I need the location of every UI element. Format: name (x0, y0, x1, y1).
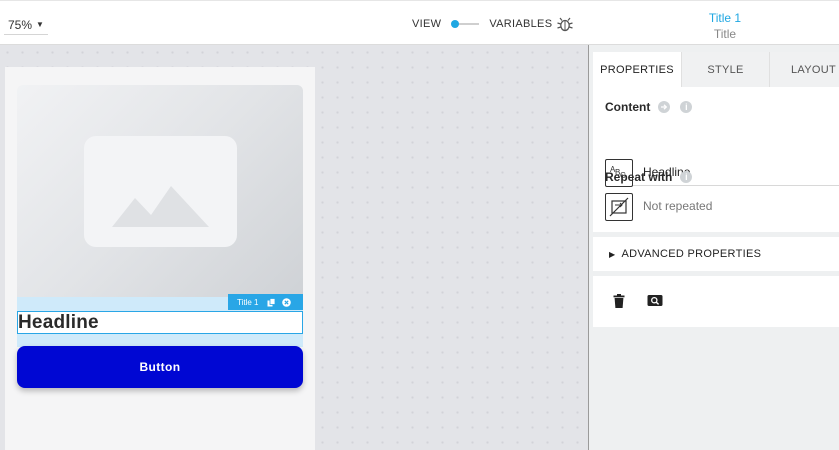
app-button[interactable]: Button (17, 346, 303, 388)
advanced-properties-label: ADVANCED PROPERTIES (621, 248, 762, 260)
page-subtitle: Title (713, 27, 737, 41)
bug-icon[interactable] (556, 16, 574, 32)
advanced-properties-card: ▶ ADVANCED PROPERTIES (593, 237, 839, 271)
page-title-block: Title 1 Title (690, 11, 760, 41)
repeat-value: Not repeated (643, 199, 713, 213)
tab-layout[interactable]: LAYOUT (769, 52, 839, 87)
zoom-dropdown[interactable]: 75% ▼ (4, 15, 48, 35)
device-screen[interactable]: Title 1 Headline Button (5, 67, 315, 450)
repeat-label: Repeat with (605, 170, 673, 184)
info-icon[interactable]: i (680, 171, 693, 183)
view-label[interactable]: VIEW (412, 18, 441, 30)
view-variables-toggle: VIEW VARIABLES (412, 17, 552, 31)
hero-image[interactable] (17, 85, 303, 297)
headline-element[interactable]: Headline (17, 311, 303, 334)
advanced-properties-toggle[interactable]: ▶ ADVANCED PROPERTIES (609, 248, 761, 260)
top-toolbar: 75% ▼ VIEW VARIABLES Title 1 Title (0, 0, 839, 45)
no-repeat-icon[interactable] (605, 193, 633, 221)
switch-knob[interactable] (451, 20, 460, 28)
selection-tag[interactable]: Title 1 (228, 294, 303, 310)
headline-text: Headline (18, 312, 99, 333)
panel-tabs: PROPERTIES STYLE LAYOUT (593, 52, 839, 87)
copy-icon[interactable] (267, 297, 276, 307)
arrow-right-icon[interactable] (658, 101, 671, 113)
design-canvas[interactable]: Title 1 Headline Button (0, 45, 589, 450)
info-icon[interactable]: i (680, 101, 693, 113)
page-title[interactable]: Title 1 (690, 11, 760, 25)
content-row: Content i (605, 100, 693, 114)
mountain-icon (112, 186, 209, 227)
tab-properties[interactable]: PROPERTIES (593, 52, 681, 87)
chevron-down-icon: ▼ (36, 20, 44, 29)
properties-panel: PROPERTIES STYLE LAYOUT Content i A B C … (588, 45, 839, 450)
actions-card (593, 276, 839, 327)
variables-label[interactable]: VARIABLES (489, 18, 552, 30)
repeat-label-row: Repeat with i (605, 170, 693, 184)
selection-tag-label: Title 1 (237, 297, 259, 307)
search-icon[interactable] (647, 293, 663, 309)
image-placeholder-icon (84, 136, 237, 247)
tab-style[interactable]: STYLE (681, 52, 769, 87)
trash-icon[interactable] (611, 293, 627, 309)
view-switch[interactable] (449, 17, 481, 31)
zoom-value: 75% (8, 17, 33, 32)
close-icon[interactable] (281, 297, 291, 307)
caret-right-icon: ▶ (609, 249, 616, 259)
content-label: Content (605, 100, 651, 114)
